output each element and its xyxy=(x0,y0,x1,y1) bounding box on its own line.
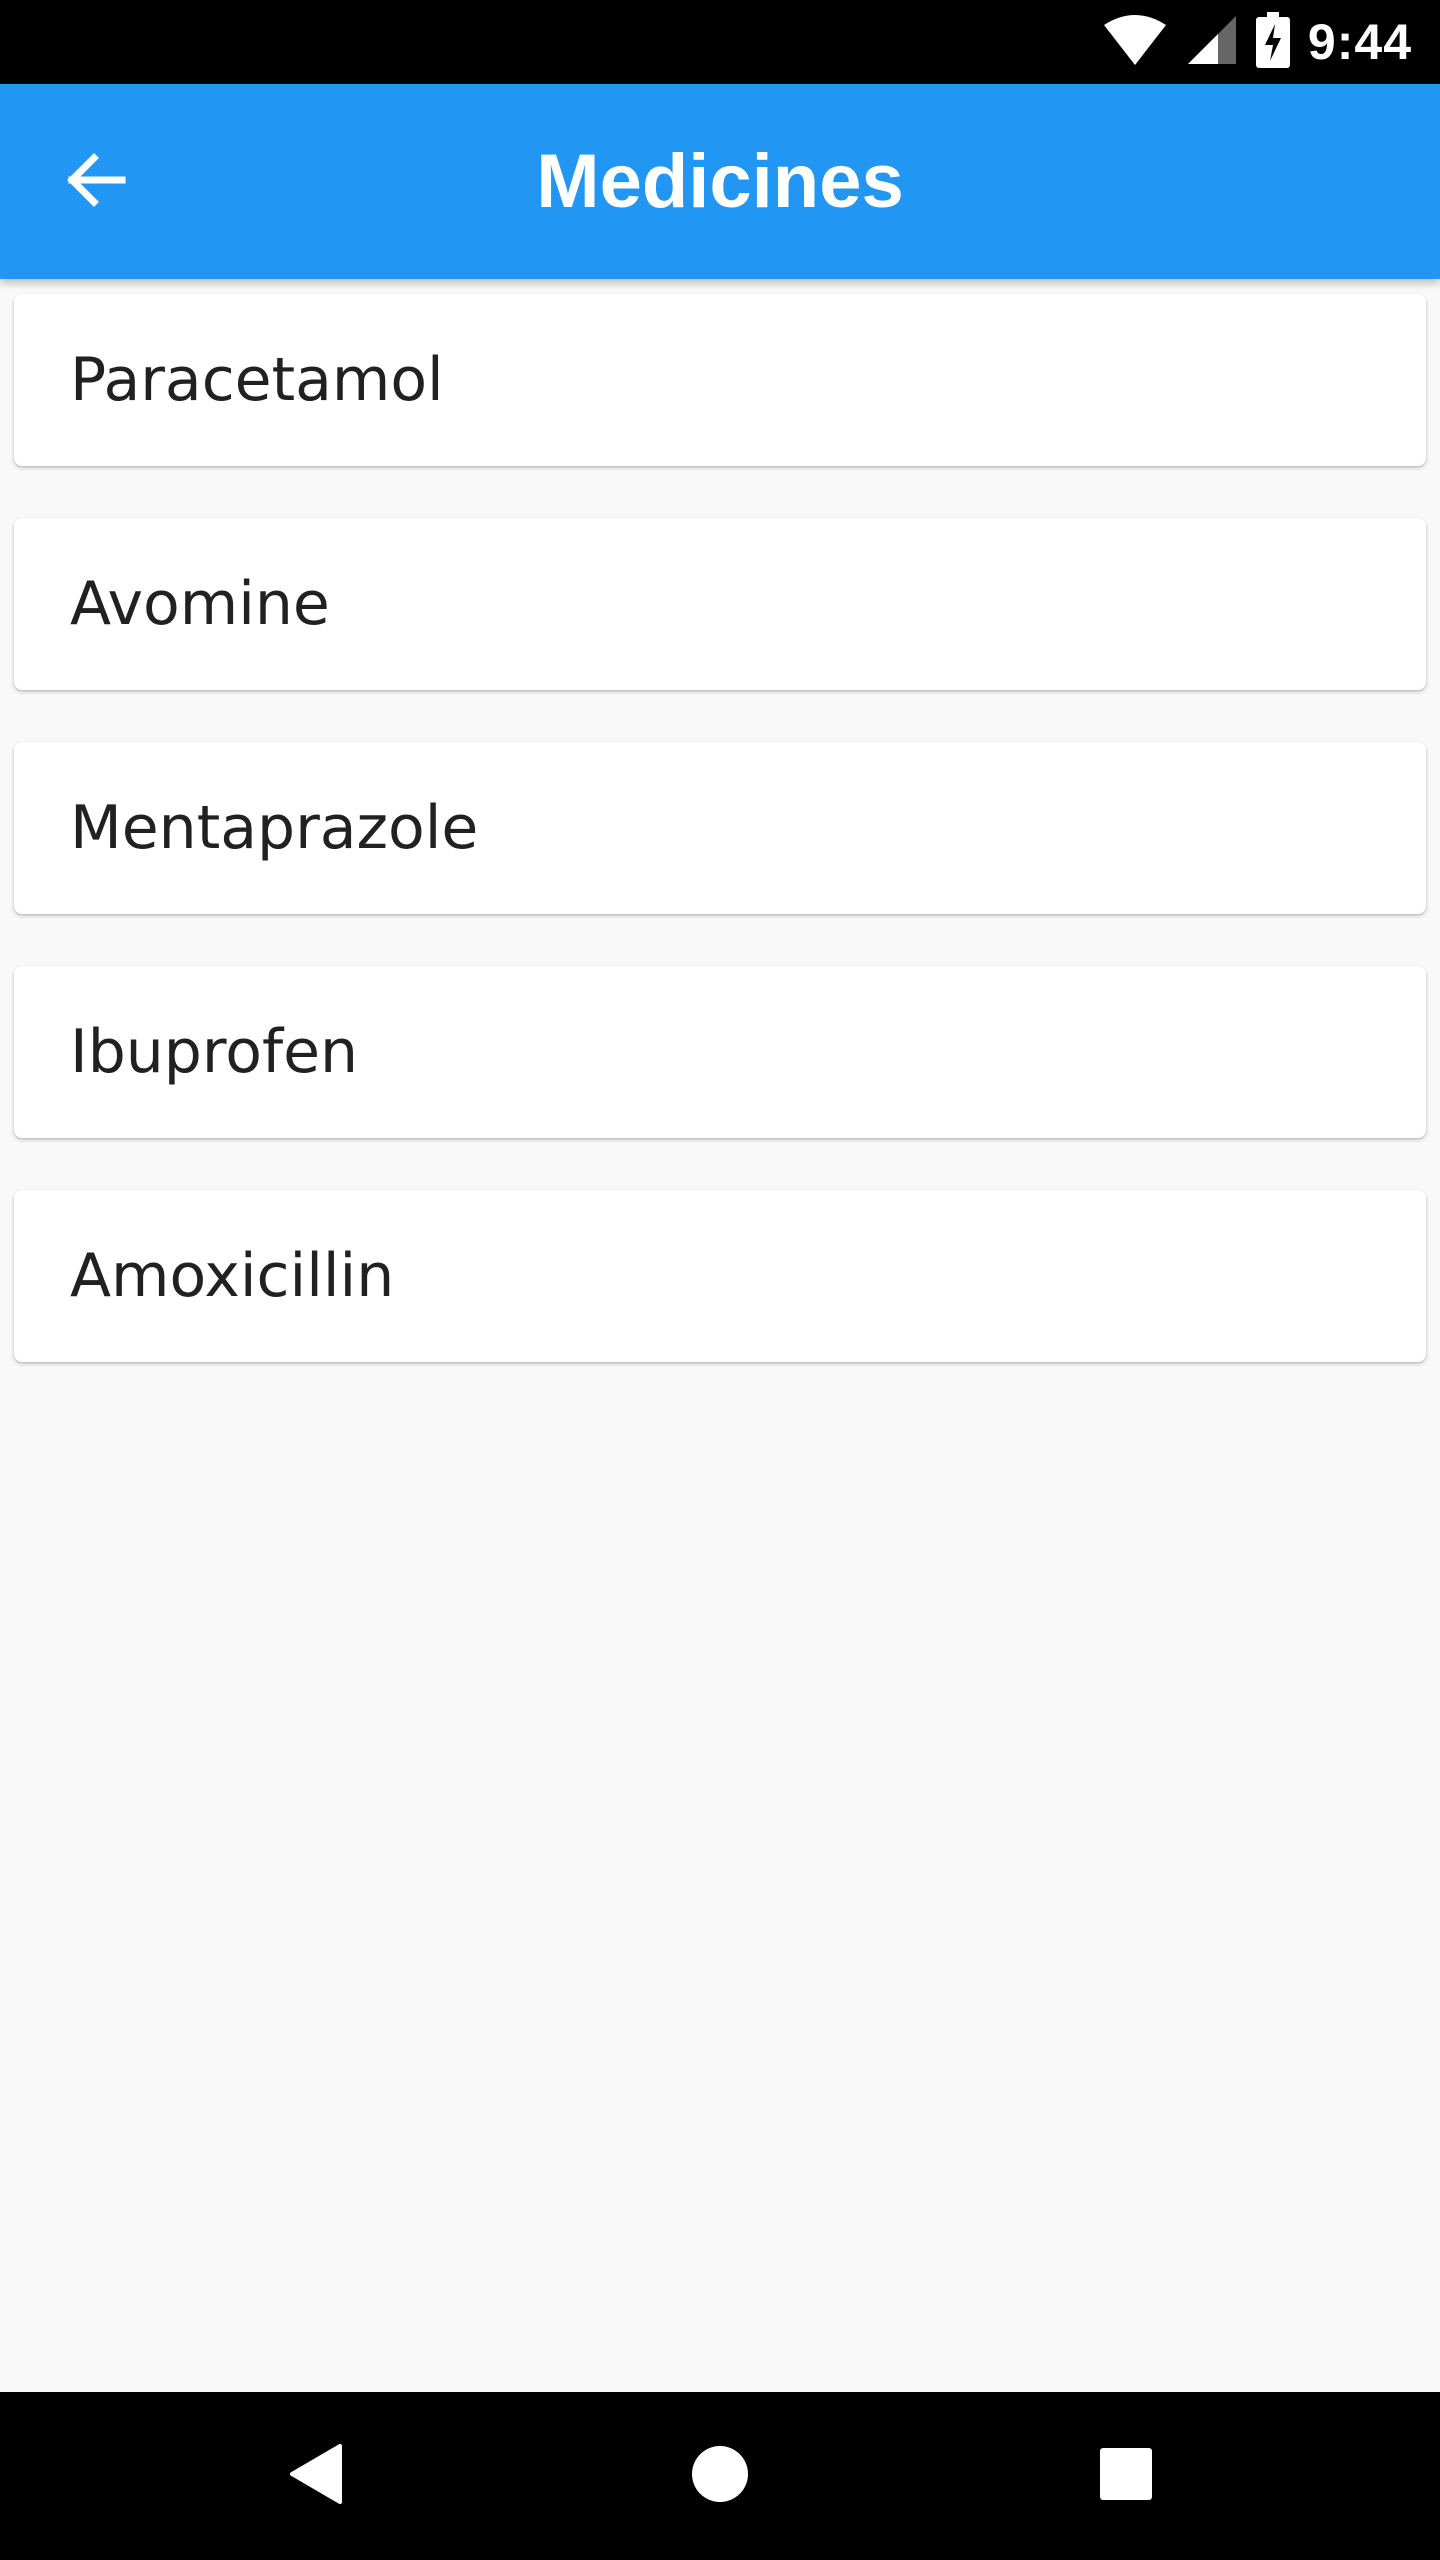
list-item-label: Paracetamol xyxy=(70,345,444,415)
nav-recents-button[interactable] xyxy=(1076,2426,1176,2526)
battery-charging-icon xyxy=(1255,12,1290,72)
list-item[interactable]: Avomine xyxy=(14,518,1426,690)
list-item-label: Mentaprazole xyxy=(70,793,479,863)
list-item[interactable]: Ibuprofen xyxy=(14,966,1426,1138)
page-title: Medicines xyxy=(536,139,904,224)
nav-back-button[interactable] xyxy=(266,2426,366,2526)
status-time: 9:44 xyxy=(1307,14,1412,70)
status-bar: 9:44 xyxy=(0,0,1440,84)
back-triangle-icon xyxy=(288,2444,344,2508)
list-item-label: Ibuprofen xyxy=(70,1017,359,1087)
list-item[interactable]: Paracetamol xyxy=(14,294,1426,466)
status-icons: 9:44 xyxy=(1102,0,1412,84)
medicine-list: Paracetamol Avomine Mentaprazole Ibuprof… xyxy=(14,294,1426,1414)
app-bar: Medicines xyxy=(0,84,1440,279)
cell-signal-icon xyxy=(1186,14,1238,70)
recents-square-icon xyxy=(1099,2447,1153,2505)
home-circle-icon xyxy=(691,2445,749,2507)
list-item-label: Avomine xyxy=(70,569,330,639)
list-item[interactable]: Amoxicillin xyxy=(14,1190,1426,1362)
wifi-icon xyxy=(1102,13,1168,71)
list-item-label: Amoxicillin xyxy=(70,1241,395,1311)
list-item[interactable]: Mentaprazole xyxy=(14,742,1426,914)
nav-home-button[interactable] xyxy=(670,2426,770,2526)
nav-bar xyxy=(0,2392,1440,2560)
screen: 9:44 Medicines Paracetamol Avomine Menta… xyxy=(0,0,1440,2560)
